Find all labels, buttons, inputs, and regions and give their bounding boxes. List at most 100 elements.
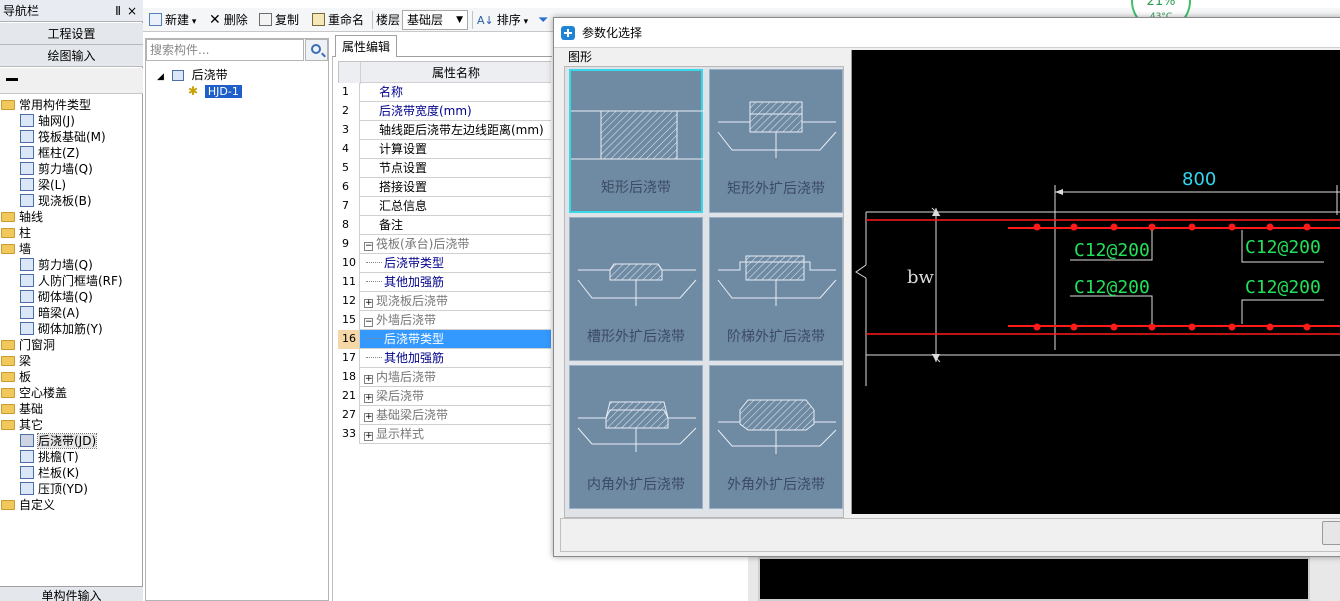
expand-icon[interactable]: + [364, 413, 373, 422]
property-row-number: 17 [338, 349, 360, 368]
tree-folder[interactable]: 基础 [0, 401, 143, 417]
property-row[interactable]: 8 备注 [338, 216, 551, 235]
expand-icon[interactable]: + [364, 299, 373, 308]
tree-folder[interactable]: 空心楼盖 [0, 385, 143, 401]
dialog-title: 参数化选择 [582, 26, 643, 40]
tree-item[interactable]: 挑檐(T) [0, 449, 143, 465]
search-input[interactable]: 搜索构件... [146, 39, 304, 61]
property-row[interactable]: 6 搭接设置 [338, 178, 551, 197]
property-row[interactable]: 11 其他加强筋 [338, 273, 551, 292]
single-component-input-button[interactable]: 单构件输入 [0, 586, 143, 601]
tree-folder[interactable]: 柱 [0, 225, 143, 241]
chevron-down-icon: ▼ [456, 15, 463, 25]
tree-item[interactable]: 栏板(K) [0, 465, 143, 481]
dialog-title-bar[interactable]: 参数化选择 [554, 18, 1340, 48]
floor-select[interactable]: 基础层 ▼ [402, 10, 468, 30]
filter-icon[interactable]: ⏷ [538, 11, 548, 29]
tree-item[interactable]: 轴网(J) [0, 113, 143, 129]
rename-button[interactable]: 重命名 [312, 11, 364, 29]
tree-folder[interactable]: 梁 [0, 353, 143, 369]
expand-icon[interactable]: + [364, 394, 373, 403]
property-row[interactable]: 10 后浇带类型 [338, 254, 551, 273]
close-icon[interactable]: × [127, 0, 137, 22]
search-icon [311, 44, 321, 54]
property-row[interactable]: 21 + 梁后浇带 [338, 387, 551, 406]
property-row[interactable]: 1 名称 [338, 83, 551, 102]
folder-icon [1, 404, 15, 414]
tree-folder[interactable]: 轴线 [0, 209, 143, 225]
component-type-icon [20, 114, 34, 127]
tree-item[interactable]: 梁(L) [0, 177, 143, 193]
property-row[interactable]: 17 其他加强筋 [338, 349, 551, 368]
tree-label: 挑檐(T) [38, 450, 79, 464]
collapse-icon[interactable]: − [364, 242, 373, 251]
property-row-number: 11 [338, 273, 360, 292]
tree-folder[interactable]: 门窗洞 [0, 337, 143, 353]
property-row[interactable]: 2 后浇带宽度(mm) [338, 102, 551, 121]
tree-connector [366, 281, 382, 282]
tree-folder[interactable]: 板 [0, 369, 143, 385]
shape-thumbnail[interactable]: 矩形后浇带 [569, 69, 705, 213]
search-button[interactable] [305, 39, 328, 61]
tree-item[interactable]: 砌体墙(Q) [0, 289, 143, 305]
property-row-cell: − 外墙后浇带 [360, 311, 551, 330]
tree-item[interactable]: 压顶(YD) [0, 481, 143, 497]
drawing-canvas-viewport[interactable] [758, 557, 1310, 601]
property-row[interactable]: 12 + 现浇板后浇带 [338, 292, 551, 311]
property-row-cell: 其他加强筋 [360, 273, 551, 292]
property-row[interactable]: 3 轴线距后浇带左边线距离(mm) [338, 121, 551, 140]
property-row[interactable]: 9− 筏板(承台)后浇带 [338, 235, 551, 254]
component-tree-root[interactable]: ◢ 后浇带 [157, 67, 228, 83]
drawing-input-button[interactable]: 绘图输入 [0, 45, 143, 67]
tree-item[interactable]: 剪力墙(Q) [0, 257, 143, 273]
tree-item[interactable]: 框柱(Z) [0, 145, 143, 161]
dialog-footer [560, 518, 1340, 552]
tree-folder[interactable]: 自定义 [0, 497, 143, 513]
floor-label: 楼层 [376, 13, 401, 27]
tree-folder[interactable]: 墙 [0, 241, 143, 257]
property-row[interactable]: 15− 外墙后浇带 [338, 311, 551, 330]
tree-folder[interactable]: 常用构件类型 [0, 97, 143, 113]
expand-icon[interactable]: + [364, 375, 373, 384]
ok-button[interactable] [1322, 521, 1340, 545]
shape-group-label: 图形 [568, 50, 593, 64]
shape-thumbnail[interactable]: 外角外扩后浇带 [709, 365, 843, 509]
shape-thumbnail[interactable]: 内角外扩后浇带 [569, 365, 703, 509]
tree-folder[interactable]: 其它 [0, 417, 143, 433]
expand-icon[interactable]: + [364, 432, 373, 441]
tree-item[interactable]: 现浇板(B) [0, 193, 143, 209]
tree-item[interactable]: 筏板基础(M) [0, 129, 143, 145]
property-name: 基础梁后浇带 [376, 408, 449, 422]
pin-icon[interactable]: Ⅱ [115, 0, 121, 22]
property-row[interactable]: 16 后浇带类型 [338, 330, 551, 349]
property-row[interactable]: 33 + 显示样式 [338, 425, 551, 444]
copy-button[interactable]: 复制 [259, 11, 299, 29]
nav-panel-title: 导航栏 Ⅱ × [0, 0, 143, 22]
preview-rebar-bottom-right: C12@200 [1245, 277, 1321, 298]
tree-item[interactable]: 人防门框墙(RF) [0, 273, 143, 289]
property-row[interactable]: 27 + 基础梁后浇带 [338, 406, 551, 425]
tree-item[interactable]: 暗梁(A) [0, 305, 143, 321]
tree-item[interactable]: 砌体加筋(Y) [0, 321, 143, 337]
toolbar-separator [472, 11, 473, 29]
tab-property-edit[interactable]: 属性编辑 [335, 35, 397, 57]
property-row[interactable]: 4 计算设置 [338, 140, 551, 159]
nav-title-label: 导航栏 [3, 4, 40, 18]
tree-item[interactable]: 剪力墙(Q) [0, 161, 143, 177]
tree-item[interactable]: 后浇带(JD) [0, 433, 143, 449]
shape-thumbnail[interactable]: 槽形外扩后浇带 [569, 217, 703, 361]
component-tree-item[interactable]: ✱ HJD-1 [188, 83, 242, 99]
project-settings-button[interactable]: 工程设置 [0, 23, 143, 45]
component-type-icon [20, 306, 34, 319]
shape-thumbnail[interactable]: 阶梯外扩后浇带 [709, 217, 843, 361]
collapse-icon[interactable]: − [364, 318, 373, 327]
new-button[interactable]: 新建 ▾ [149, 11, 196, 29]
delete-button[interactable]: ✕ 删除 [209, 11, 248, 29]
property-row-number: 16 [338, 330, 360, 349]
sort-button[interactable]: A↓ 排序 ▾ [477, 11, 528, 29]
property-row[interactable]: 18 + 内墙后浇带 [338, 368, 551, 387]
property-row[interactable]: 7 汇总信息 [338, 197, 551, 216]
shape-thumbnail[interactable]: 矩形外扩后浇带 [709, 69, 843, 213]
collapse-all-icon[interactable] [6, 78, 18, 81]
property-row[interactable]: 5 节点设置 [338, 159, 551, 178]
